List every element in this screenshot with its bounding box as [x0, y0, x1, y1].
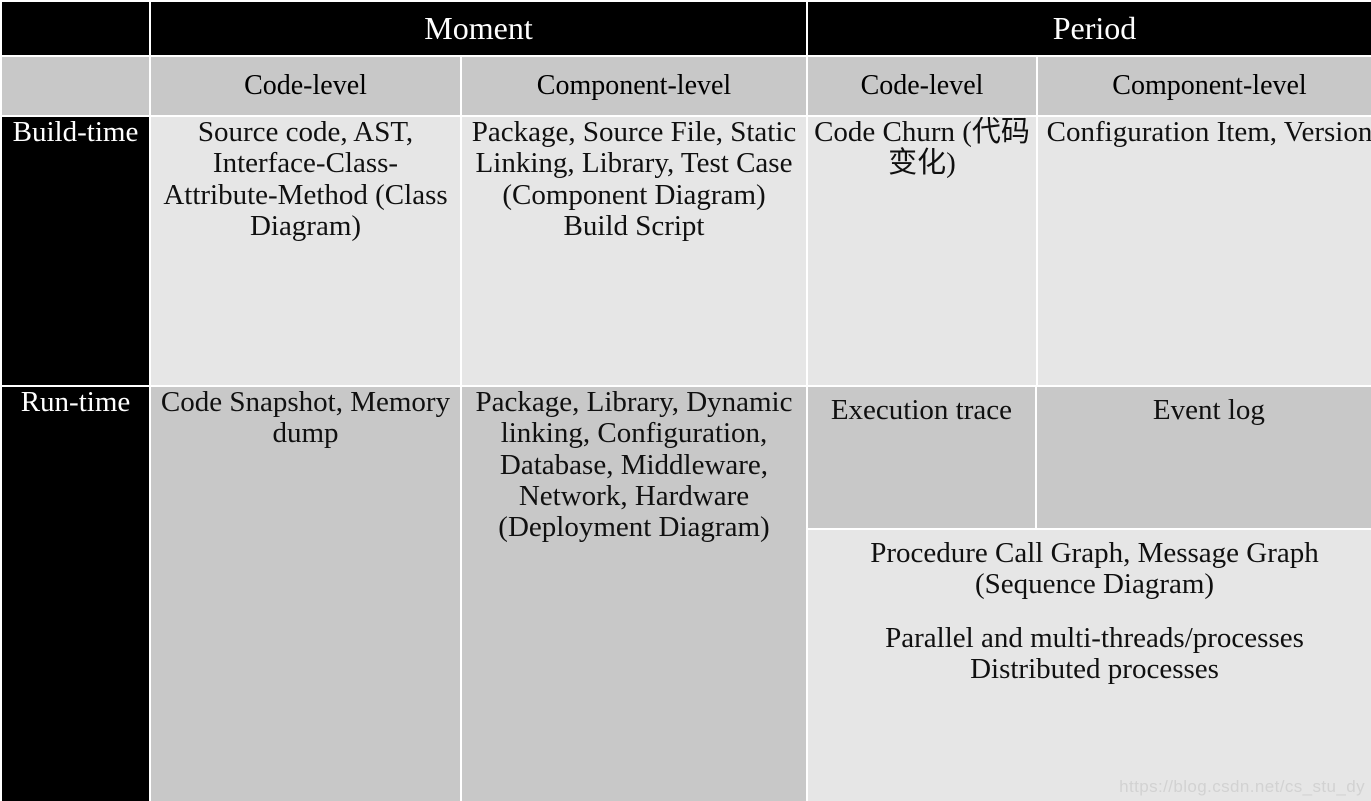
- subheader-period-component-level: Component-level: [1038, 57, 1371, 115]
- header-group-moment: Moment: [151, 2, 806, 55]
- merged-line-graphs: Procedure Call Graph, Message Graph (Seq…: [870, 537, 1319, 601]
- artifacts-matrix-table: Moment Period Code-level Component-level…: [0, 0, 1371, 801]
- cell-build-time-period-code-level: Code Churn (代码变化): [808, 117, 1036, 385]
- comparison-matrix-figure: Moment Period Code-level Component-level…: [0, 0, 1371, 801]
- cell-run-time-moment-code-level: Code Snapshot, Memory dump: [151, 387, 460, 801]
- table-header-row-sub: Code-level Component-level Code-level Co…: [2, 57, 1371, 115]
- merged-blank-spacer: [816, 601, 1371, 623]
- subheader-moment-component-level: Component-level: [462, 57, 806, 115]
- subheader-moment-code-level: Code-level: [151, 57, 460, 115]
- row-stub-build-time: Build-time: [2, 117, 149, 385]
- subheader-period-code-level: Code-level: [808, 57, 1036, 115]
- merged-line-distributed: Distributed processes: [970, 652, 1219, 685]
- table-header-row-top: Moment Period: [2, 2, 1371, 55]
- period-run-time-subgrid: Execution trace Event log Procedure Call…: [808, 387, 1371, 801]
- period-run-time-subrow-top: Execution trace Event log: [808, 387, 1371, 528]
- header-group-period: Period: [808, 2, 1371, 55]
- cell-build-time-moment-component-level: Package, Source File, Static Linking, Li…: [462, 117, 806, 385]
- cell-run-time-period-component-level: Event log: [1036, 387, 1371, 528]
- cell-run-time-period-container: Execution trace Event log Procedure Call…: [808, 387, 1371, 801]
- row-stub-run-time: Run-time: [2, 387, 149, 801]
- cell-run-time-period-code-level: Execution trace: [808, 387, 1035, 528]
- cell-run-time-period-merged: Procedure Call Graph, Message Graph (Seq…: [808, 530, 1371, 801]
- cell-run-time-moment-component-level: Package, Library, Dynamic linking, Confi…: [462, 387, 806, 801]
- header-corner-blank: [2, 2, 149, 55]
- subheader-corner-blank: [2, 57, 149, 115]
- period-run-time-subrow-merged: Procedure Call Graph, Message Graph (Seq…: [808, 530, 1371, 801]
- merged-line-parallel: Parallel and multi-threads/processes: [885, 621, 1304, 654]
- cell-build-time-moment-code-level: Source code, AST, Interface-Class-Attrib…: [151, 117, 460, 385]
- table-row-run-time: Run-time Code Snapshot, Memory dump Pack…: [2, 387, 1371, 801]
- table-row-build-time: Build-time Source code, AST, Interface-C…: [2, 117, 1371, 385]
- cell-build-time-period-component-level: Configuration Item, Version: [1038, 117, 1371, 385]
